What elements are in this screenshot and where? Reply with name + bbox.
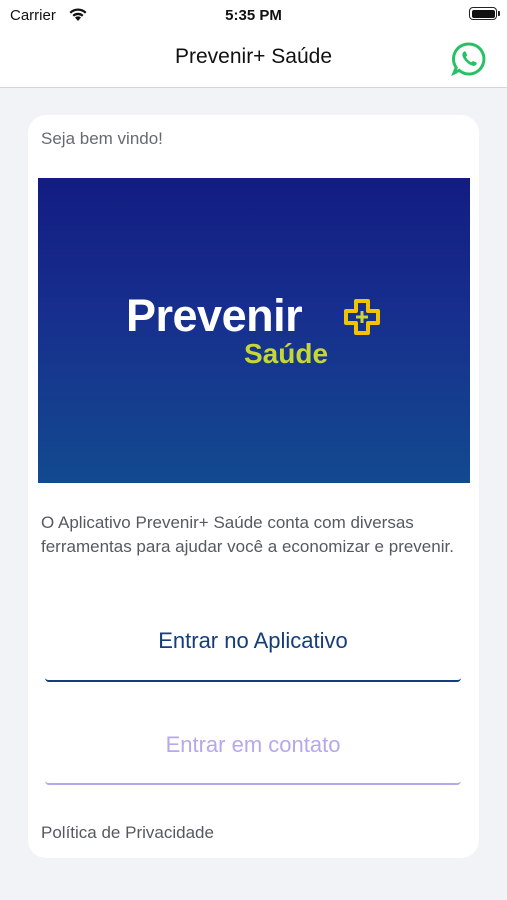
enter-app-button[interactable]: Entrar no Aplicativo xyxy=(45,628,461,654)
page-title: Prevenir+ Saúde xyxy=(174,45,333,68)
brand-banner: Prevenir Saúde xyxy=(38,178,470,483)
app-description: O Aplicativo Prevenir+ Saúde conta com d… xyxy=(41,513,454,556)
battery-icon xyxy=(469,7,500,20)
welcome-card: Seja bem vindo! Prevenir Saúde O Aplicat… xyxy=(28,115,479,858)
greeting-text: Seja bem vindo! xyxy=(41,129,163,148)
whatsapp-icon[interactable] xyxy=(451,41,487,77)
navigation-bar: Prevenir+ Saúde xyxy=(0,34,507,88)
enter-button-underline xyxy=(45,678,461,682)
contact-button-underline xyxy=(45,781,461,785)
brand-subtitle: Saúde xyxy=(244,338,329,369)
privacy-policy-link[interactable]: Política de Privacidade xyxy=(41,823,214,843)
clock: 5:35 PM xyxy=(225,7,282,24)
status-bar: Carrier 5:35 PM xyxy=(0,0,507,34)
brand-logo-text: Prevenir xyxy=(126,290,303,341)
plus-cross-icon xyxy=(344,299,380,335)
contact-button[interactable]: Entrar em contato xyxy=(45,732,461,758)
